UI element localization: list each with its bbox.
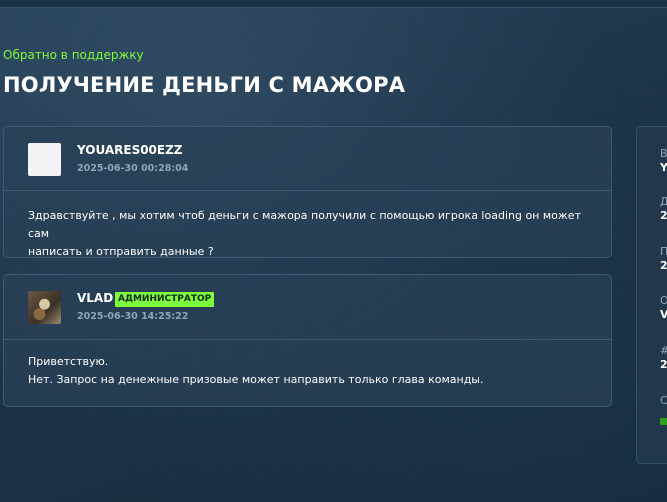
sidebar-field: С — [660, 394, 667, 408]
message-body: Приветствую. Нет. Запрос на денежные при… — [28, 353, 591, 389]
sidebar-field: Д 2 — [660, 195, 667, 223]
sidebar-field-value: 2 — [660, 358, 667, 371]
sidebar-field-value: V — [660, 308, 667, 322]
avatar[interactable] — [28, 143, 61, 176]
message-line: Здравствуйте , мы хотим чтоб деньги с ма… — [28, 209, 581, 240]
message-line: написать и отправить данные ? — [28, 245, 214, 258]
top-nav-edge — [0, 0, 667, 8]
sidebar-field-value: 2 — [660, 209, 667, 222]
sidebar-field: В Y — [660, 147, 667, 175]
sidebar-field-label: Д — [660, 195, 667, 209]
message-card: VLAD АДМИНИСТРАТОР 2025-06-30 14:25:22 П… — [3, 274, 612, 407]
message-timestamp: 2025-06-30 00:28:04 — [77, 163, 189, 174]
sidebar-field-label: С — [660, 394, 667, 407]
sidebar-field-label: П — [660, 245, 667, 259]
message-author[interactable]: YOUARES00EZZ — [77, 143, 183, 157]
sidebar-field: # 2 — [660, 344, 667, 372]
back-to-support-link[interactable]: Обратно в поддержку — [3, 48, 144, 62]
sidebar-field-label: О — [660, 294, 667, 308]
ticket-info-sidebar: В Y Д 2 П 2 О V # 2 С — [636, 126, 667, 464]
sidebar-field: П 2 — [660, 245, 667, 273]
admin-badge: АДМИНИСТРАТОР — [115, 292, 215, 307]
avatar[interactable] — [28, 291, 61, 324]
message-body: Здравствуйте , мы хотим чтоб деньги с ма… — [28, 207, 591, 261]
sidebar-field-value: 2 — [660, 259, 667, 272]
message-timestamp: 2025-06-30 14:25:22 — [77, 311, 189, 322]
message-header: YOUARES00EZZ 2025-06-30 00:28:04 — [4, 127, 611, 191]
page-title: ПОЛУЧЕНИЕ ДЕНЬГИ С МАЖОРА — [3, 73, 406, 97]
message-header: VLAD АДМИНИСТРАТОР 2025-06-30 14:25:22 — [4, 275, 611, 340]
message-line: Нет. Запрос на денежные призовые может н… — [28, 373, 484, 386]
sidebar-field: О V — [660, 294, 667, 322]
message-line: Приветствую. — [28, 355, 109, 368]
sidebar-field-value: Y — [660, 161, 667, 175]
sidebar-field-label: # — [660, 344, 667, 358]
message-author[interactable]: VLAD — [77, 291, 113, 305]
sidebar-field-label: В — [660, 147, 667, 160]
status-indicator — [660, 418, 667, 425]
message-card: YOUARES00EZZ 2025-06-30 00:28:04 Здравст… — [3, 126, 612, 258]
